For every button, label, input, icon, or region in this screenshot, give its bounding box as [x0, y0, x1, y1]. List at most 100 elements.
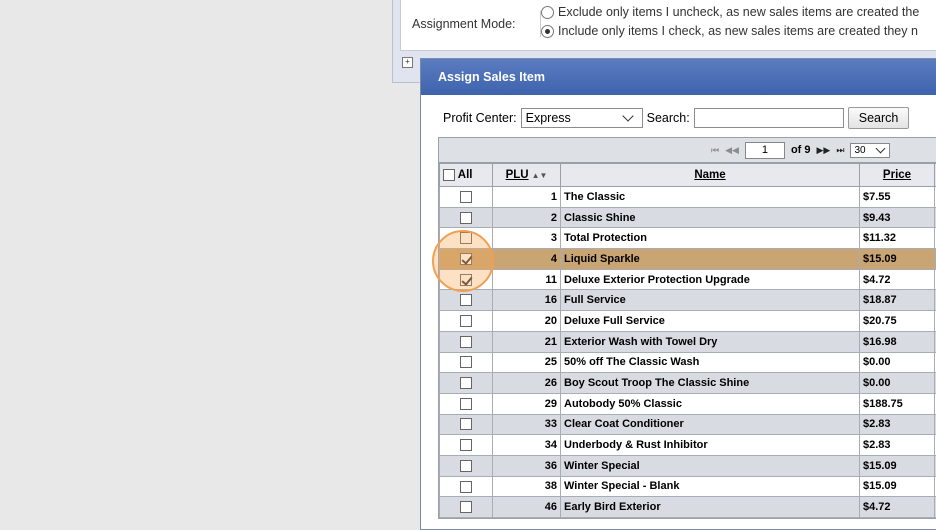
table-header-row: All PLU▲▼ Name Price: [440, 164, 936, 187]
row-price: $2.83: [860, 435, 935, 456]
table-row[interactable]: 4Liquid Sparkle$15.09: [440, 249, 936, 270]
radio-include-option[interactable]: Include only items I check, as new sales…: [541, 22, 936, 40]
search-input[interactable]: [694, 108, 844, 128]
page-number-input[interactable]: 1: [745, 142, 785, 159]
row-plu: 4: [493, 249, 561, 270]
table-row[interactable]: 36Winter Special$15.09: [440, 455, 936, 476]
pager: ⏮ ◀◀ 1 of 9 ▶▶ ⏭ 30: [439, 138, 936, 163]
row-checkbox-cell[interactable]: [440, 414, 493, 435]
table-row[interactable]: 11Deluxe Exterior Protection Upgrade$4.7…: [440, 269, 936, 290]
row-checkbox-cell[interactable]: [440, 269, 493, 290]
row-checkbox-cell[interactable]: [440, 228, 493, 249]
row-checkbox-cell[interactable]: [440, 352, 493, 373]
row-checkbox[interactable]: [460, 501, 472, 513]
row-checkbox[interactable]: [460, 481, 472, 493]
column-all-label: All: [458, 169, 473, 181]
table-row[interactable]: 2Classic Shine$9.43: [440, 207, 936, 228]
row-checkbox[interactable]: [460, 191, 472, 203]
row-name: Boy Scout Troop The Classic Shine: [561, 373, 860, 394]
row-price: $11.32: [860, 228, 935, 249]
page-size-value: 30: [854, 145, 865, 156]
row-checkbox-cell[interactable]: [440, 497, 493, 518]
page-size-select[interactable]: 30: [850, 143, 890, 158]
radio-exclude-label: Exclude only items I uncheck, as new sal…: [558, 5, 919, 19]
row-plu: 29: [493, 393, 561, 414]
row-checkbox[interactable]: [460, 460, 472, 472]
table-row[interactable]: 2550% off The Classic Wash$0.00: [440, 352, 936, 373]
row-checkbox[interactable]: [460, 336, 472, 348]
table-row[interactable]: 21Exterior Wash with Towel Dry$16.98: [440, 331, 936, 352]
row-price: $4.72: [860, 497, 935, 518]
filter-bar: Profit Center: Express Search: Search: [421, 95, 936, 141]
expand-icon[interactable]: +: [402, 57, 413, 68]
row-name: Autobody 50% Classic: [561, 393, 860, 414]
row-checkbox-cell[interactable]: [440, 455, 493, 476]
profit-center-label: Profit Center:: [443, 111, 517, 125]
row-name: Early Bird Exterior: [561, 497, 860, 518]
table-row[interactable]: 46Early Bird Exterior$4.72: [440, 497, 936, 518]
row-checkbox[interactable]: [460, 294, 472, 306]
column-plu-label: PLU: [506, 169, 529, 181]
column-all[interactable]: All: [440, 164, 493, 187]
row-price: $188.75: [860, 393, 935, 414]
prev-page-icon[interactable]: ◀◀: [725, 145, 739, 156]
row-checkbox-cell[interactable]: [440, 207, 493, 228]
row-checkbox-cell[interactable]: [440, 435, 493, 456]
row-checkbox[interactable]: [460, 356, 472, 368]
row-checkbox[interactable]: [460, 232, 472, 244]
table-row[interactable]: 34Underbody & Rust Inhibitor$2.83: [440, 435, 936, 456]
select-all-checkbox[interactable]: [443, 169, 455, 181]
row-price: $18.87: [860, 290, 935, 311]
column-name[interactable]: Name: [561, 164, 860, 187]
column-price[interactable]: Price: [860, 164, 935, 187]
row-checkbox-cell[interactable]: [440, 373, 493, 394]
row-checkbox[interactable]: [460, 439, 472, 451]
assign-sales-item-dialog: Assign Sales Item Profit Center: Express…: [420, 58, 936, 530]
row-name: Classic Shine: [561, 207, 860, 228]
last-page-icon[interactable]: ⏭: [836, 145, 844, 156]
radio-include-icon[interactable]: [541, 25, 554, 38]
row-checkbox-cell[interactable]: [440, 187, 493, 208]
row-checkbox[interactable]: [460, 377, 472, 389]
row-name: Winter Special: [561, 455, 860, 476]
first-page-icon[interactable]: ⏮: [711, 145, 719, 156]
row-price: $4.72: [860, 269, 935, 290]
table-row[interactable]: 26Boy Scout Troop The Classic Shine$0.00: [440, 373, 936, 394]
row-price: $7.55: [860, 187, 935, 208]
page-count: of 9: [791, 144, 811, 156]
row-plu: 25: [493, 352, 561, 373]
row-price: $0.00: [860, 373, 935, 394]
table-row[interactable]: 1The Classic$7.55: [440, 187, 936, 208]
row-plu: 3: [493, 228, 561, 249]
row-checkbox[interactable]: [460, 315, 472, 327]
row-checkbox[interactable]: [460, 398, 472, 410]
search-button[interactable]: Search: [848, 107, 910, 129]
row-checkbox[interactable]: [460, 274, 472, 286]
items-table: All PLU▲▼ Name Price 1The Classic$7.552C…: [439, 163, 936, 518]
row-checkbox[interactable]: [460, 253, 472, 265]
table-row[interactable]: 16Full Service$18.87: [440, 290, 936, 311]
table-row[interactable]: 29Autobody 50% Classic$188.75: [440, 393, 936, 414]
table-row[interactable]: 20Deluxe Full Service$20.75: [440, 311, 936, 332]
row-name: Full Service: [561, 290, 860, 311]
row-checkbox-cell[interactable]: [440, 476, 493, 497]
row-plu: 34: [493, 435, 561, 456]
radio-exclude-option[interactable]: Exclude only items I uncheck, as new sal…: [541, 3, 936, 21]
row-plu: 46: [493, 497, 561, 518]
table-row[interactable]: 38Winter Special - Blank$15.09: [440, 476, 936, 497]
profit-center-select[interactable]: Express: [521, 108, 643, 128]
row-name: Exterior Wash with Towel Dry: [561, 331, 860, 352]
chevron-down-icon: [622, 110, 633, 121]
row-checkbox-cell[interactable]: [440, 331, 493, 352]
radio-exclude-icon[interactable]: [541, 6, 554, 19]
row-checkbox-cell[interactable]: [440, 311, 493, 332]
row-checkbox-cell[interactable]: [440, 290, 493, 311]
table-row[interactable]: 3Total Protection$11.32: [440, 228, 936, 249]
row-checkbox-cell[interactable]: [440, 249, 493, 270]
column-plu[interactable]: PLU▲▼: [493, 164, 561, 187]
row-checkbox[interactable]: [460, 418, 472, 430]
next-page-icon[interactable]: ▶▶: [817, 145, 831, 156]
row-checkbox[interactable]: [460, 212, 472, 224]
row-checkbox-cell[interactable]: [440, 393, 493, 414]
table-row[interactable]: 33Clear Coat Conditioner$2.83: [440, 414, 936, 435]
